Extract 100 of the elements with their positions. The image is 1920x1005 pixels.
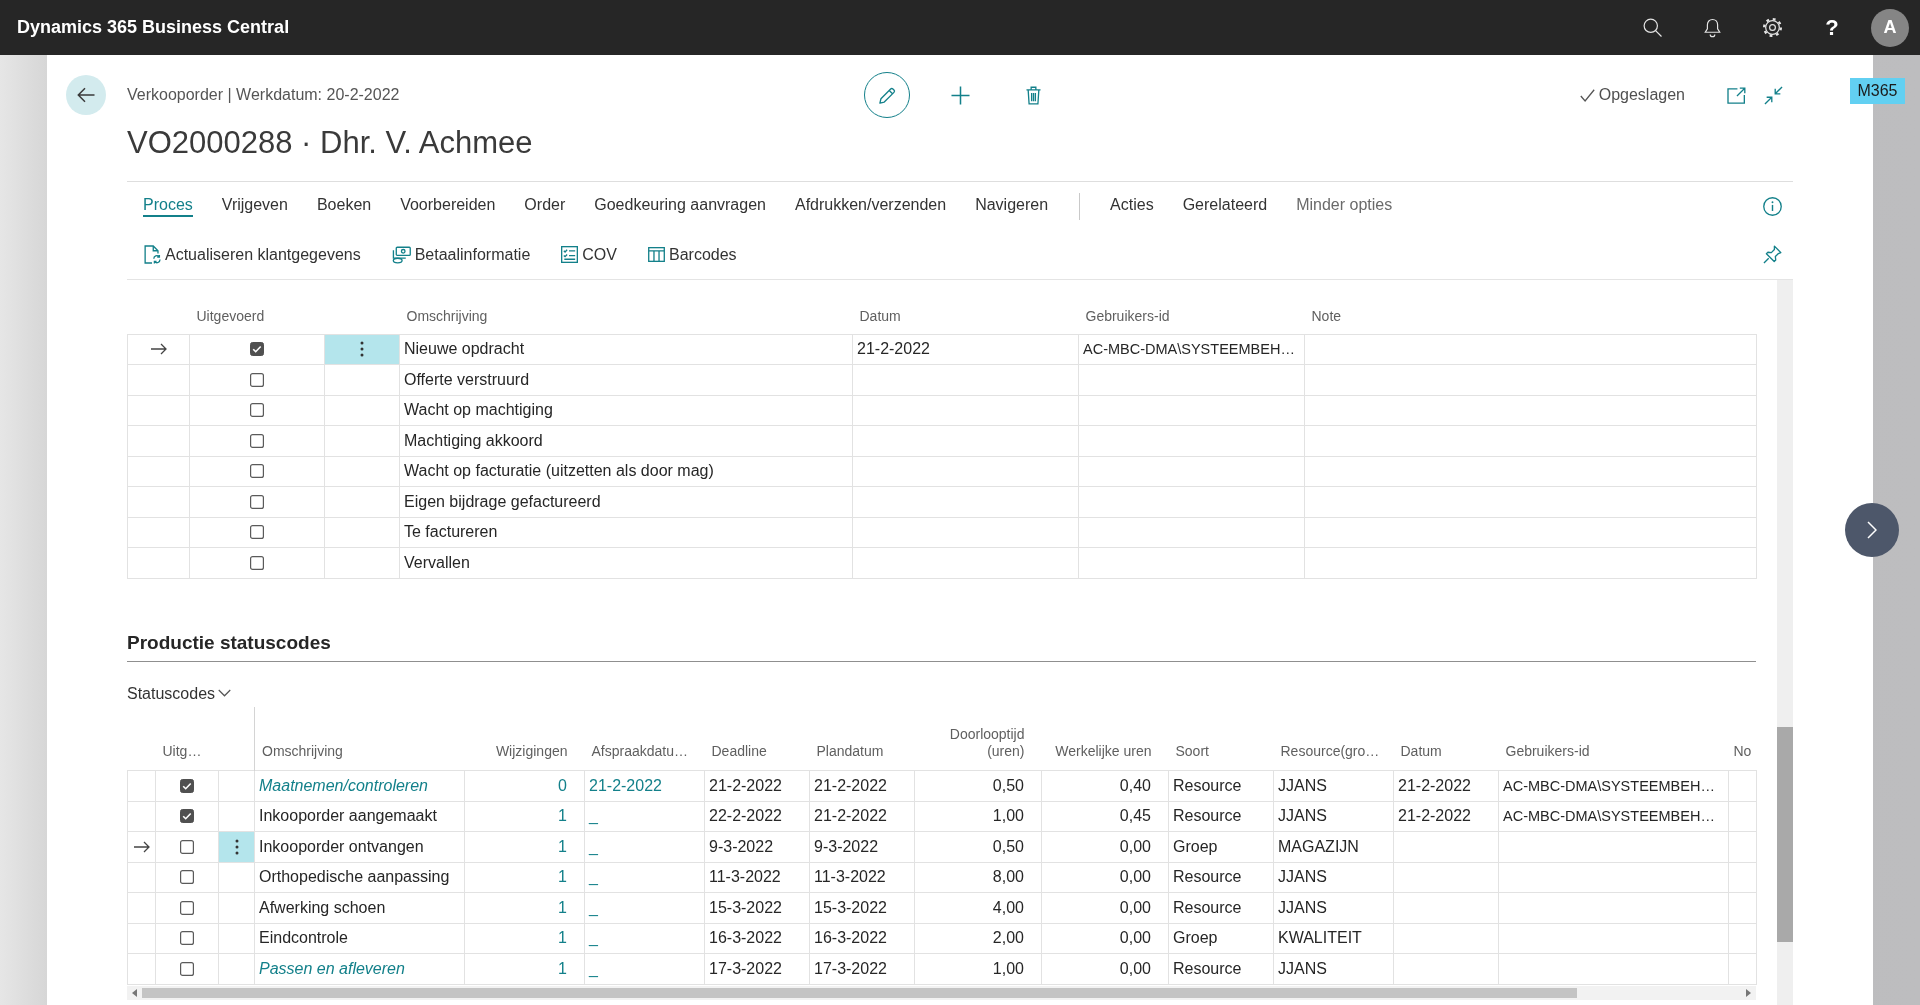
scroll-left-arrow-icon[interactable] bbox=[132, 988, 137, 997]
changes-link[interactable]: 1 bbox=[464, 862, 585, 893]
resource-cell: JJANS bbox=[1273, 770, 1394, 801]
toolbar-action[interactable]: Barcodes bbox=[648, 245, 737, 264]
scrollbar-thumb[interactable] bbox=[1777, 727, 1793, 942]
menu-tab[interactable]: Afdrukken/verzenden bbox=[794, 195, 947, 217]
popout-icon[interactable] bbox=[1727, 86, 1746, 104]
deadline-cell: 9-3-2022 bbox=[704, 831, 810, 862]
appointment-date-link[interactable]: 21-2-2022 bbox=[584, 770, 705, 801]
appointment-date-link[interactable]: _ bbox=[584, 801, 705, 832]
changes-link[interactable]: 1 bbox=[464, 831, 585, 862]
checkbox[interactable] bbox=[250, 372, 264, 387]
menu-tab[interactable]: Acties bbox=[1110, 195, 1154, 217]
menu-tab[interactable]: Boeken bbox=[316, 195, 372, 217]
help-button[interactable]: ? bbox=[1825, 15, 1839, 40]
edit-button[interactable] bbox=[864, 72, 910, 118]
column-header[interactable]: Uitg… bbox=[162, 743, 202, 760]
menu-tab[interactable]: Goedkeuring aanvragen bbox=[594, 195, 766, 217]
scroll-right-arrow-icon[interactable] bbox=[1746, 988, 1751, 997]
lead-time-cell: 2,00 bbox=[914, 923, 1042, 954]
checkbox[interactable] bbox=[250, 555, 264, 570]
column-header[interactable]: Omschrijving bbox=[406, 307, 488, 325]
appointment-date-link[interactable]: _ bbox=[584, 831, 705, 862]
column-header[interactable]: Omschrijving bbox=[262, 743, 343, 760]
column-header[interactable]: Soort bbox=[1175, 743, 1209, 760]
bell-icon[interactable] bbox=[1703, 17, 1721, 38]
actual-hours-cell: 0,45 bbox=[1041, 801, 1169, 832]
next-record-button[interactable] bbox=[1845, 503, 1899, 557]
appointment-date-link[interactable]: _ bbox=[584, 923, 705, 954]
info-icon[interactable] bbox=[1763, 196, 1782, 216]
avatar-button[interactable]: A bbox=[1871, 8, 1909, 47]
pencil-icon bbox=[877, 85, 897, 105]
appointment-date-link[interactable]: _ bbox=[584, 892, 705, 923]
trash-icon[interactable] bbox=[1025, 85, 1041, 105]
toolbar-action[interactable]: Actualiseren klantgegevens bbox=[144, 245, 361, 264]
pin-icon[interactable] bbox=[1763, 245, 1782, 264]
date-cell: 21-2-2022 bbox=[852, 334, 1079, 365]
checkbox[interactable] bbox=[250, 342, 264, 357]
page-caption: Verkooporder | Werkdatum: 20-2-2022 bbox=[127, 86, 400, 104]
description-cell: Inkooporder ontvangen bbox=[254, 831, 465, 862]
column-header[interactable]: Afspraakdatu… bbox=[591, 743, 688, 760]
resource-cell: JJANS bbox=[1273, 801, 1394, 832]
app-title: Dynamics 365 Business Central bbox=[17, 17, 291, 38]
menu-tab[interactable]: Gerelateerd bbox=[1182, 195, 1268, 217]
checkbox[interactable] bbox=[180, 931, 194, 946]
column-header[interactable]: Plandatum bbox=[816, 743, 884, 760]
less-options-link[interactable]: Minder opties bbox=[1296, 195, 1393, 217]
plus-icon[interactable] bbox=[950, 85, 970, 105]
column-header[interactable]: Doorlooptijd (uren) bbox=[928, 726, 1025, 760]
back-button[interactable] bbox=[66, 75, 106, 115]
search-icon[interactable] bbox=[1642, 18, 1662, 37]
checkbox[interactable] bbox=[180, 900, 194, 915]
column-header[interactable]: Resource(gro… bbox=[1280, 743, 1380, 760]
column-header[interactable]: No bbox=[1733, 743, 1752, 760]
section-heading: Productie statuscodes bbox=[127, 630, 331, 655]
checkbox[interactable] bbox=[250, 403, 264, 418]
checkbox[interactable] bbox=[250, 494, 264, 509]
toolbar-action[interactable]: COV bbox=[561, 245, 617, 264]
column-header[interactable]: Datum bbox=[859, 307, 901, 325]
changes-link[interactable]: 1 bbox=[464, 801, 585, 832]
column-header[interactable]: Deadline bbox=[711, 743, 767, 760]
appointment-date-link[interactable]: _ bbox=[584, 862, 705, 893]
column-header[interactable]: Uitgevoerd bbox=[196, 307, 265, 325]
checkbox[interactable] bbox=[180, 839, 194, 854]
description-cell: Wacht op facturatie (uitzetten als door mag) bbox=[399, 456, 853, 487]
date-cell: 21-2-2022 bbox=[1393, 770, 1499, 801]
column-header[interactable]: Wijzigingen bbox=[495, 743, 568, 760]
appointment-date-link[interactable]: _ bbox=[584, 953, 705, 984]
column-header[interactable]: Gebruikers-id bbox=[1085, 307, 1170, 325]
description-cell: Offerte verstruurd bbox=[399, 364, 853, 395]
lead-time-cell: 0,50 bbox=[914, 831, 1042, 862]
menu-tab[interactable]: Navigeren bbox=[975, 195, 1049, 217]
checkbox[interactable] bbox=[180, 809, 194, 824]
subpage-menu-button[interactable]: Statuscodes bbox=[127, 683, 232, 703]
column-header[interactable]: Datum bbox=[1400, 743, 1442, 760]
checkbox[interactable] bbox=[250, 433, 264, 448]
column-header[interactable]: Werkelijke uren bbox=[1055, 743, 1152, 760]
description-cell: Inkooporder aangemaakt bbox=[254, 801, 465, 832]
lead-time-cell: 0,50 bbox=[914, 770, 1042, 801]
column-header[interactable]: Gebruikers-id bbox=[1505, 743, 1590, 760]
menu-tab[interactable]: Order bbox=[524, 195, 566, 217]
toolbar-action[interactable]: Betaalinformatie bbox=[391, 245, 531, 264]
resource-cell: MAGAZIJN bbox=[1273, 831, 1394, 862]
scrollbar-thumb[interactable] bbox=[142, 987, 1577, 998]
menu-tab[interactable]: Voorbereiden bbox=[400, 195, 496, 217]
checkbox[interactable] bbox=[180, 778, 194, 793]
collapse-icon[interactable] bbox=[1764, 85, 1783, 105]
menu-tab[interactable]: Vrijgeven bbox=[221, 195, 288, 217]
changes-link[interactable]: 0 bbox=[464, 770, 585, 801]
checkbox[interactable] bbox=[180, 961, 194, 976]
changes-link[interactable]: 1 bbox=[464, 953, 585, 984]
checkbox[interactable] bbox=[250, 464, 264, 479]
menu-tab[interactable]: Proces bbox=[143, 195, 193, 217]
changes-link[interactable]: 1 bbox=[464, 923, 585, 954]
column-header[interactable]: Note bbox=[1311, 307, 1342, 325]
checkbox[interactable] bbox=[250, 525, 264, 540]
settings-icon[interactable] bbox=[1761, 17, 1783, 38]
changes-link[interactable]: 1 bbox=[464, 892, 585, 923]
deadline-cell: 11-3-2022 bbox=[704, 862, 810, 893]
checkbox[interactable] bbox=[180, 870, 194, 885]
